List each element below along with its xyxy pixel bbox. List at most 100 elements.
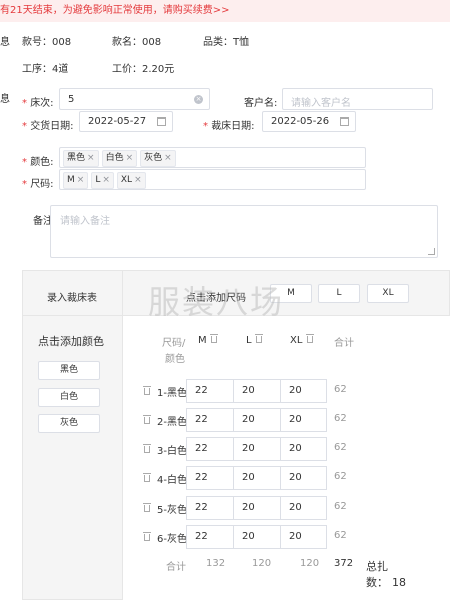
bed-input[interactable]: 5 ×	[59, 88, 210, 110]
calendar-icon[interactable]	[340, 117, 349, 126]
delivery-date-input[interactable]: 2022-05-27	[79, 111, 173, 132]
remark-placeholder: 请输入备注	[60, 216, 110, 227]
color-button-white[interactable]: 白色	[38, 388, 100, 407]
sum-label: 合计	[166, 562, 186, 573]
col-header-m: M	[198, 334, 218, 346]
table-row: 5-灰色 22 20 20 62	[140, 496, 347, 520]
clear-icon[interactable]: ×	[194, 95, 203, 104]
col-header-l: L	[246, 334, 263, 346]
qty-input-m[interactable]: 22	[186, 408, 234, 432]
qty-input-l[interactable]: 20	[233, 496, 281, 520]
row-label: 4-白色	[157, 475, 187, 486]
color-tag[interactable]: 白色 ×	[101, 150, 138, 167]
row-label: 2-黑色	[157, 417, 187, 428]
table-row: 4-白色 22 20 20 62	[140, 466, 347, 490]
trash-icon[interactable]	[143, 503, 151, 512]
bed-label: * 床次:	[22, 98, 54, 109]
sum-total: 372	[334, 558, 354, 569]
resize-handle-icon[interactable]	[428, 248, 435, 255]
col-header-total: 合计	[334, 338, 354, 349]
qty-input-m[interactable]: 22	[186, 379, 234, 403]
section-mark: 息	[0, 94, 10, 105]
cut-date-input[interactable]: 2022-05-26	[262, 111, 356, 132]
trash-icon[interactable]	[254, 334, 263, 343]
bed-value: 5	[68, 94, 75, 105]
qty-input-m[interactable]: 22	[186, 437, 234, 461]
customer-placeholder: 请输入客户名	[291, 98, 351, 109]
trash-icon[interactable]	[209, 334, 218, 343]
qty-input-xl[interactable]: 20	[280, 408, 327, 432]
size-tag[interactable]: M ×	[63, 172, 89, 189]
color-tag[interactable]: 黑色 ×	[63, 150, 99, 167]
close-icon: ×	[102, 175, 110, 185]
table-row: 1-黑色 22 20 20 62	[140, 379, 347, 403]
qty-input-l[interactable]: 20	[233, 437, 281, 461]
qty-input-m[interactable]: 22	[186, 466, 234, 490]
qty-input-l[interactable]: 20	[233, 525, 281, 549]
table-row: 3-白色 22 20 20 62	[140, 437, 347, 461]
sum-xl: 120	[300, 558, 320, 569]
close-icon: ×	[164, 153, 172, 163]
row-total: 62	[334, 530, 347, 541]
color-label: * 颜色:	[22, 157, 54, 168]
customer-label: 客户名:	[244, 98, 278, 109]
watermark-logo: 服装八场	[148, 283, 285, 321]
renewal-banner-text[interactable]: 有21天结束，为避免影响正常使用，请购买续费>>	[0, 5, 229, 16]
col-header-xl: XL	[290, 334, 314, 346]
delivery-date-value: 2022-05-27	[88, 116, 147, 127]
color-select[interactable]: 黑色 × 白色 × 灰色 ×	[59, 147, 366, 168]
close-icon: ×	[125, 153, 134, 163]
row-total: 62	[334, 471, 347, 482]
sum-l: 120	[252, 558, 272, 569]
trash-icon[interactable]	[143, 386, 151, 395]
sum-m: 132	[206, 558, 226, 569]
record-title: 录入裁床表	[47, 293, 97, 304]
trash-icon[interactable]	[143, 415, 151, 424]
trash-icon[interactable]	[305, 334, 314, 343]
qty-input-xl[interactable]: 20	[280, 437, 327, 461]
customer-input[interactable]: 请输入客户名	[282, 88, 433, 110]
qty-input-xl[interactable]: 20	[280, 525, 327, 549]
color-button-black[interactable]: 黑色	[38, 361, 100, 380]
renewal-banner[interactable]: 有21天结束，为避免影响正常使用，请购买续费>>	[0, 0, 450, 22]
qty-input-xl[interactable]: 20	[280, 496, 327, 520]
unit-price: 工价：2.20元	[112, 64, 175, 75]
color-tag[interactable]: 灰色 ×	[140, 150, 176, 167]
qty-input-l[interactable]: 20	[233, 466, 281, 490]
color-button-gray[interactable]: 灰色	[38, 414, 100, 433]
remark-textarea[interactable]: 请输入备注	[50, 205, 438, 258]
size-select[interactable]: M × L × XL ×	[59, 169, 366, 190]
corner-header-bottom: 颜色	[165, 354, 185, 365]
size-tag[interactable]: XL ×	[116, 172, 146, 189]
table-row: 2-黑色 22 20 20 62	[140, 408, 347, 432]
process-count: 工序：4道	[22, 64, 69, 75]
size-tag[interactable]: L ×	[91, 172, 114, 189]
qty-input-xl[interactable]: 20	[280, 379, 327, 403]
style-name: 款名：008	[112, 37, 162, 48]
trash-icon[interactable]	[143, 532, 151, 541]
qty-input-l[interactable]: 20	[233, 408, 281, 432]
trash-icon[interactable]	[143, 473, 151, 482]
row-total: 62	[334, 413, 347, 424]
row-total: 62	[334, 442, 347, 453]
size-button-l[interactable]: L	[318, 284, 360, 303]
qty-input-xl[interactable]: 20	[280, 466, 327, 490]
section-mark: 息	[0, 37, 10, 48]
row-total: 62	[334, 384, 347, 395]
table-row: 6-灰色 22 20 20 62	[140, 525, 347, 549]
add-color-link[interactable]: 点击添加颜色	[38, 333, 104, 349]
size-button-xl[interactable]: XL	[367, 284, 409, 303]
row-label: 5-灰色	[157, 505, 187, 516]
qty-input-m[interactable]: 22	[186, 525, 234, 549]
cut-date-label: * 裁床日期:	[203, 121, 255, 132]
style-number: 款号：008	[22, 37, 72, 48]
corner-header-top: 尺码/	[162, 338, 186, 349]
calendar-icon[interactable]	[157, 117, 166, 126]
size-label: * 尺码:	[22, 179, 54, 190]
row-total: 62	[334, 501, 347, 512]
row-label: 1-黑色	[157, 388, 187, 399]
qty-input-l[interactable]: 20	[233, 379, 281, 403]
qty-input-m[interactable]: 22	[186, 496, 234, 520]
delivery-date-label: * 交货日期:	[22, 121, 74, 132]
trash-icon[interactable]	[143, 444, 151, 453]
